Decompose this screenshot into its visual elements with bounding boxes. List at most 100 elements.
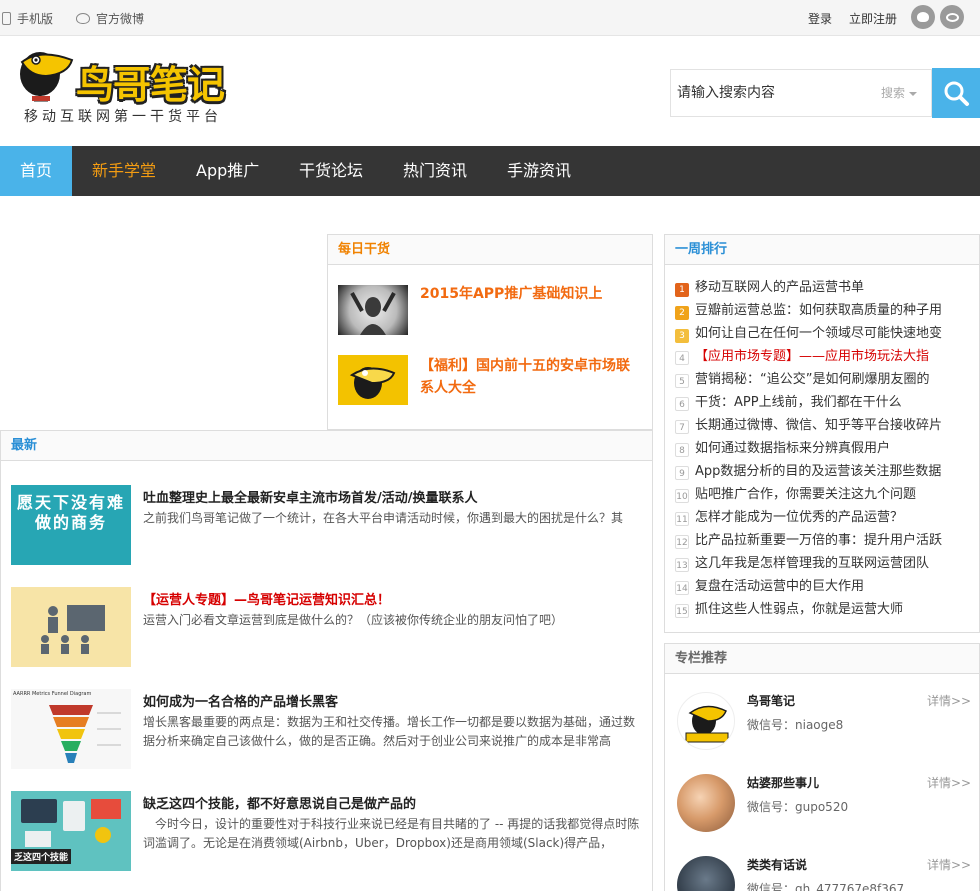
ranking-item-title: 如何通过数据指标来分辨真假用户: [695, 441, 891, 456]
rank-number-badge: 8: [675, 443, 689, 457]
ranking-item[interactable]: 4 【应用市场专题】——应用市场玩法大指: [675, 345, 975, 368]
search-type-dropdown[interactable]: 搜索: [881, 70, 918, 116]
ranking-item[interactable]: 10 贴吧推广合作，你需要关注这九个问题: [675, 483, 975, 506]
ranking-item-title: 这几年我是怎样管理我的互联网运营团队: [695, 556, 930, 571]
ranking-item-title: App数据分析的目的及运营该关注那些数据: [695, 464, 942, 479]
daily-item-title[interactable]: 【福利】国内前十五的安卓市场联系人大全: [420, 355, 640, 399]
nav-item-home[interactable]: 首页: [0, 146, 72, 196]
ranking-item[interactable]: 5 营销揭秘：“追公交”是如何刷爆朋友圈的: [675, 368, 975, 391]
weibo-icon: [76, 12, 90, 24]
bird-mascot-icon: [20, 52, 74, 102]
rank-number-badge: 2: [675, 306, 689, 320]
ranking-panel-title: 一周排行: [665, 235, 979, 265]
ranking-item-title: 复盘在活动运营中的巨大作用: [695, 579, 865, 594]
latest-item-desc: 之前我们鸟哥笔记做了一个统计，在各大平台申请活动时候，你遇到最大的困扰是什么？其: [143, 511, 624, 525]
ranking-item[interactable]: 9 App数据分析的目的及运营该关注那些数据: [675, 460, 975, 483]
latest-item-title[interactable]: 【运营人专题】—鸟哥笔记运营知识汇总！: [143, 589, 390, 608]
nav-item-forum[interactable]: 干货论坛: [299, 146, 363, 196]
mobile-phone-icon: [2, 11, 11, 25]
rank-number-badge: 15: [675, 604, 689, 618]
presentation-icon: [41, 605, 105, 654]
latest-item-title[interactable]: 缺乏这四个技能，都不好意思说自己是做产品的: [143, 793, 416, 812]
rank-number-badge: 1: [675, 283, 689, 297]
ranking-item[interactable]: 7 长期通过微博、微信、知乎等平台接收碎片: [675, 414, 975, 437]
latest-panel: 最新 愿天下没有难做的商务 吐血整理史上最全最新安卓主流市场首发/活动/换量联系…: [0, 430, 653, 891]
nav-item-game-news[interactable]: 手游资讯: [507, 146, 571, 196]
rank-number-badge: 5: [675, 374, 689, 388]
column-name[interactable]: 类类有话说: [747, 856, 807, 873]
ranking-item-title: 移动互联网人的产品运营书单: [695, 280, 865, 295]
ranking-item[interactable]: 15 抓住这些人性弱点，你就是运营大师: [675, 598, 975, 621]
search-icon: [944, 81, 969, 106]
daily-panel: 每日干货 2015年APP推广基础知识上 【福利】国内前十五的安卓市场联系人大全: [327, 234, 653, 430]
ranking-item[interactable]: 8 如何通过数据指标来分辨真假用户: [675, 437, 975, 460]
official-weibo-link[interactable]: 官方微博: [76, 0, 144, 36]
column-name[interactable]: 鸟哥笔记: [747, 692, 795, 709]
ranking-item[interactable]: 12 比产品拉新重要一万倍的事：提升用户活跃: [675, 529, 975, 552]
rank-number-badge: 12: [675, 535, 689, 549]
rank-number-badge: 9: [675, 466, 689, 480]
ranking-item-title: 怎样才能成为一位优秀的产品运营？: [695, 510, 904, 525]
nav-item-hot-news[interactable]: 热门资讯: [403, 146, 467, 196]
latest-thumb-4[interactable]: 乏这四个技能: [11, 791, 131, 871]
latest-item-title[interactable]: 吐血整理史上最全最新安卓主流市场首发/活动/换量联系人: [143, 487, 478, 506]
ranking-item-title: 比产品拉新重要一万倍的事：提升用户活跃: [695, 533, 943, 548]
latest-thumb-3[interactable]: AARRR Metrics Funnel Diagram: [11, 689, 131, 769]
ranking-item[interactable]: 6 干货：APP上线前，我们都在干什么: [675, 391, 975, 414]
ranking-item[interactable]: 2 豆瓣前运营总监：如何获取高质量的种子用: [675, 299, 975, 322]
weekly-ranking-panel: 一周排行 1 移动互联网人的产品运营书单 2 豆瓣前运营总监：如何获取高质量的种子用 3…: [664, 234, 980, 633]
ranking-item-title: 如何让自己在任何一个领域尽可能快速地变: [695, 326, 943, 341]
bird-mascot-icon: [349, 367, 396, 399]
columns-panel-title: 专栏推荐: [665, 644, 979, 674]
ranking-item-title: 贴吧推广合作，你需要关注这九个问题: [695, 487, 917, 502]
qq-icon[interactable]: [911, 5, 935, 29]
column-name[interactable]: 姑婆那些事儿: [747, 774, 819, 791]
column-recommend-panel: 专栏推荐 鸟哥笔记 微信号：niaoge8 详情>> 姑婆那些事儿 微信号：gu…: [664, 643, 980, 891]
ranking-item-title: 营销揭秘：“追公交”是如何刷爆朋友圈的: [695, 372, 930, 387]
login-link[interactable]: 登录: [808, 0, 832, 36]
bird-mascot-icon: [685, 705, 729, 743]
nav-item-app-promotion[interactable]: App推广: [196, 146, 259, 196]
column-wechat: 微信号：gh_477767e8f367: [747, 882, 905, 891]
ranking-item[interactable]: 1 移动互联网人的产品运营书单: [675, 276, 975, 299]
thumb-text: 乏这四个技能: [11, 849, 72, 864]
avatar[interactable]: [677, 856, 735, 891]
avatar[interactable]: [677, 692, 735, 750]
column-more-link[interactable]: 详情>>: [927, 774, 971, 791]
search-box: 搜索: [670, 69, 932, 117]
daily-thumb-1[interactable]: [338, 285, 408, 335]
latest-item-desc: 今时今日，设计的重要性对于科技行业来说已经是有目共睹的了 -- 再提的话我都觉得…: [143, 817, 640, 850]
latest-panel-title: 最新: [1, 431, 652, 461]
latest-item-title[interactable]: 如何成为一名合格的产品增长黑客: [143, 691, 338, 710]
rank-number-badge: 6: [675, 397, 689, 411]
avatar[interactable]: [677, 774, 735, 832]
register-link[interactable]: 立即注册: [849, 0, 897, 36]
site-logo[interactable]: 鸟哥笔记 移动互联网第一干货平台: [10, 40, 240, 128]
column-more-link[interactable]: 详情>>: [927, 856, 971, 873]
ranking-item[interactable]: 13 这几年我是怎样管理我的互联网运营团队: [675, 552, 975, 575]
mobile-version-link[interactable]: 手机版: [2, 0, 53, 36]
search-input[interactable]: [671, 70, 871, 116]
ranking-item[interactable]: 3 如何让自己在任何一个领域尽可能快速地变: [675, 322, 975, 345]
weibo-round-icon[interactable]: [940, 5, 964, 29]
column-wechat: 微信号：niaoge8: [747, 718, 844, 732]
ranking-item[interactable]: 14 复盘在活动运营中的巨大作用: [675, 575, 975, 598]
main-nav: 首页 新手学堂 App推广 干货论坛 热门资讯 手游资讯: [0, 146, 980, 196]
rank-number-badge: 11: [675, 512, 689, 526]
rank-number-badge: 3: [675, 329, 689, 343]
daily-thumb-2[interactable]: [338, 355, 408, 405]
latest-thumb-2[interactable]: [11, 587, 131, 667]
daily-panel-title: 每日干货: [328, 235, 652, 265]
ranking-item-title: 豆瓣前运营总监：如何获取高质量的种子用: [695, 303, 943, 318]
latest-item-desc: 运营入门必看文章运营到底是做什么的？（应该被你传统企业的朋友问怕了吧）: [143, 613, 564, 627]
column-more-link[interactable]: 详情>>: [927, 692, 971, 709]
search-button[interactable]: [932, 68, 980, 118]
latest-item-desc: 增长黑客最重要的两点是：数据为王和社交传播。增长工作一切都是要以数据为基础，通过…: [143, 715, 636, 748]
ranking-item-title: 【应用市场专题】——应用市场玩法大指: [695, 349, 930, 364]
nav-item-beginner[interactable]: 新手学堂: [92, 146, 156, 196]
ranking-item[interactable]: 11 怎样才能成为一位优秀的产品运营？: [675, 506, 975, 529]
daily-item-title[interactable]: 2015年APP推广基础知识上: [420, 283, 640, 305]
latest-thumb-1[interactable]: 愿天下没有难做的商务: [11, 485, 131, 565]
ranking-item-title: 长期通过微博、微信、知乎等平台接收碎片: [695, 418, 943, 433]
official-weibo-label: 官方微博: [96, 11, 145, 26]
